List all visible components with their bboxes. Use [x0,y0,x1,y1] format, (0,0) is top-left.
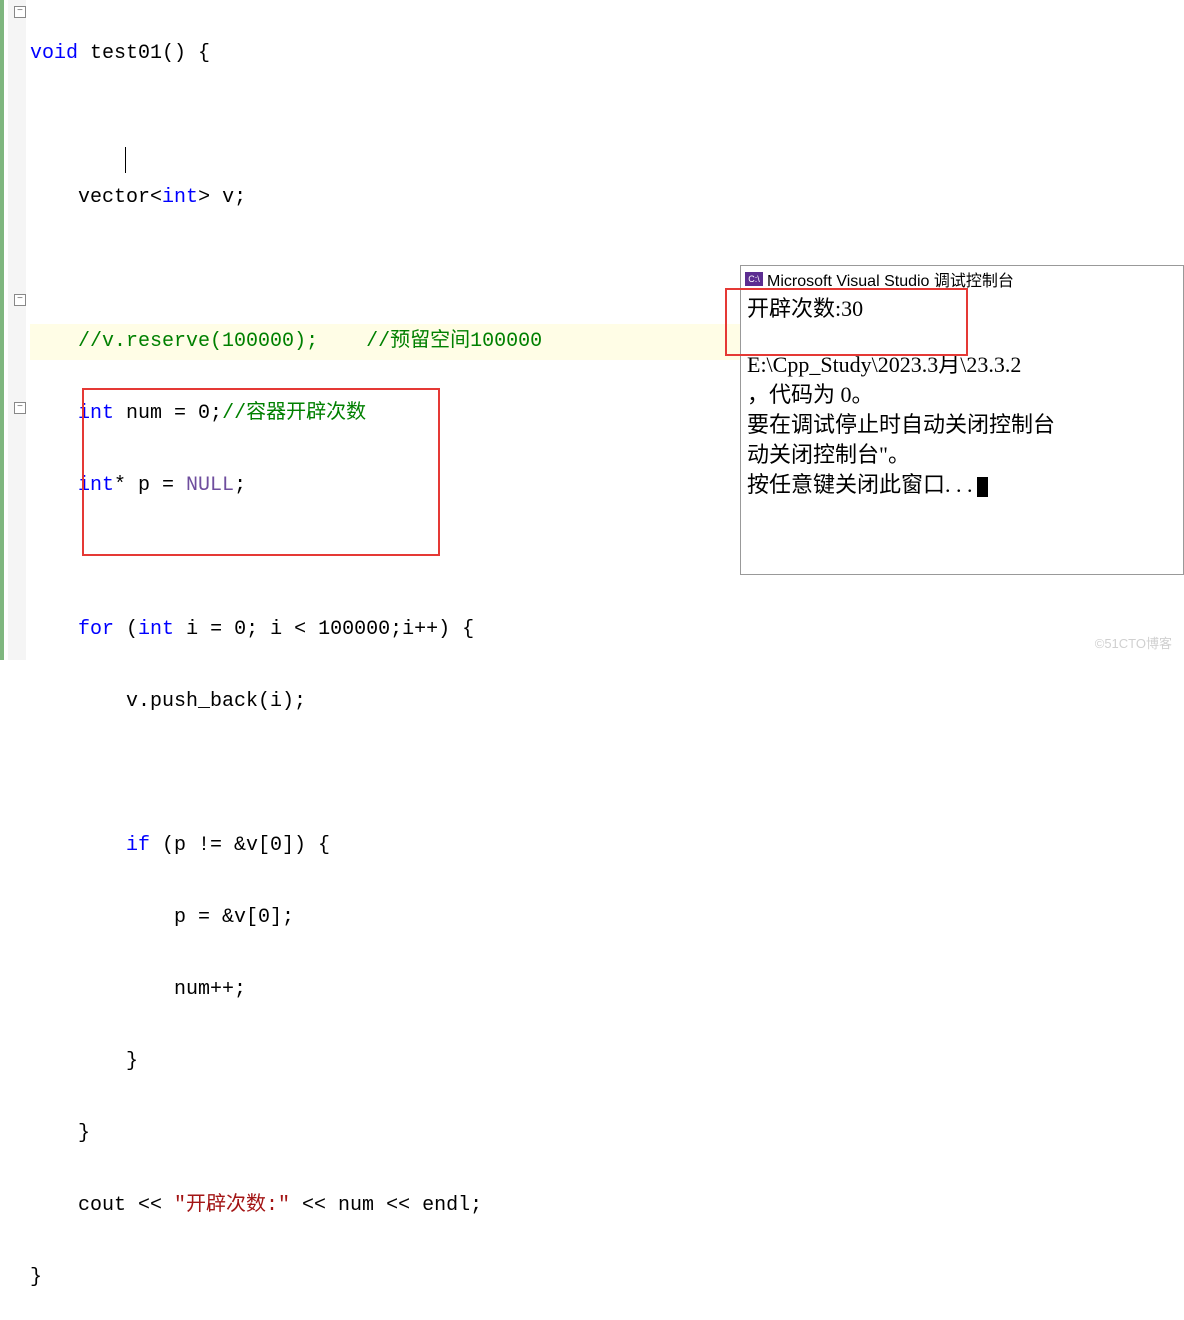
if-condition: (p != &v[0]) { [150,834,330,857]
keyword-int: int [162,186,198,209]
var-decl: * p = [114,474,186,497]
keyword-int: int [78,474,114,497]
fold-toggle-icon[interactable]: − [14,402,26,414]
keyword-int: int [138,618,174,641]
editor-gutter: − − − [8,0,26,660]
var-decl: v; [210,186,246,209]
comment-text: //容器开辟次数 [222,402,366,425]
console-hint: 按任意键关闭此窗口. . . [747,470,1177,500]
closing-brace: } [30,1266,42,1289]
semicolon: ; [234,474,246,497]
cout-rest: << num << endl; [290,1194,482,1217]
console-hint: 动关闭控制台"。 [747,440,1177,470]
cout-stmt: cout << [30,1194,174,1217]
var-decl: num = 0; [114,402,222,425]
code-line: p = &v[0]; [30,906,294,929]
keyword-for: for [78,618,114,641]
console-exit-code: ，代码为 0。 [747,380,1177,410]
code-editor[interactable]: − − − void test01() { vector<int> v; //v… [0,0,740,660]
console-body: 开辟次数:30 E:\Cpp_Study\2023.3月\23.3.2 ，代码为… [741,292,1183,502]
console-title-text: Microsoft Visual Studio 调试控制台 [767,267,1014,291]
null-literal: NULL [186,474,234,497]
type-vector: vector [78,186,150,209]
fold-toggle-icon[interactable]: − [14,294,26,306]
commented-code: v.reserve(100000); [102,330,318,353]
console-titlebar: C:\ Microsoft Visual Studio 调试控制台 [741,266,1183,292]
code-line: } [30,1122,90,1145]
code-line: v.push_back(i); [30,690,306,713]
vs-icon: C:\ [745,272,763,286]
keyword-int: int [78,402,114,425]
console-output: 开辟次数:30 [747,294,1177,324]
func-decl: test01() { [78,42,210,65]
watermark: ©51CTO博客 [1095,633,1172,652]
for-body: i = 0; i < 100000;i++) { [174,618,474,641]
code-line: num++; [30,978,246,1001]
string-literal: "开辟次数:" [174,1194,290,1217]
text-cursor [125,147,126,173]
keyword-void: void [30,42,78,65]
code-line: } [30,1050,138,1073]
console-hint: 要在调试停止时自动关闭控制台 [747,410,1177,440]
console-path: E:\Cpp_Study\2023.3月\23.3.2 [747,350,1177,380]
comment-slashes: // [78,330,102,353]
comment-text: //预留空间100000 [318,330,542,353]
for-open: ( [114,618,138,641]
cursor-icon [977,477,988,497]
code-content[interactable]: void test01() { vector<int> v; //v.reser… [30,0,740,1320]
debug-console-window[interactable]: C:\ Microsoft Visual Studio 调试控制台 开辟次数:3… [740,265,1184,575]
keyword-if: if [126,834,150,857]
fold-toggle-icon[interactable]: − [14,6,26,18]
